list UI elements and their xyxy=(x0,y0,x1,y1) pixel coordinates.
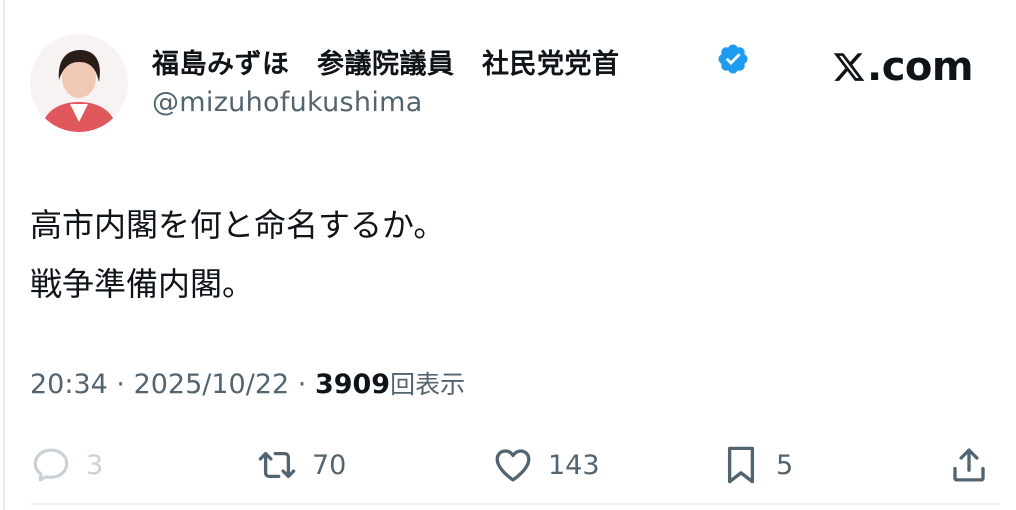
post-date[interactable]: 2025/10/22 xyxy=(134,369,290,400)
heart-icon xyxy=(495,449,531,482)
action-bar: 3 70 143 5 xyxy=(0,440,1016,490)
bottom-divider xyxy=(30,503,1000,505)
post-time[interactable]: 20:34 xyxy=(30,369,108,400)
meta-separator: · xyxy=(107,369,134,400)
reply-icon xyxy=(33,448,69,482)
like-count: 143 xyxy=(548,449,600,481)
post-text: 高市内閣を何と命名するか。 戦争準備内閣。 xyxy=(30,196,445,314)
author-handle[interactable]: @mizuhofukushima xyxy=(152,87,423,118)
repost-count: 70 xyxy=(312,449,347,481)
view-count: 3909 xyxy=(314,369,391,400)
like-button[interactable]: 143 xyxy=(492,440,600,490)
brand-label: .com xyxy=(867,44,974,90)
bookmark-icon xyxy=(727,446,755,484)
post-line-2: 戦争準備内閣。 xyxy=(30,265,255,303)
repost-button[interactable]: 70 xyxy=(256,440,346,490)
view-count-label: 回表示 xyxy=(390,370,466,399)
avatar[interactable] xyxy=(30,34,128,132)
share-icon xyxy=(953,448,985,482)
bookmark-button[interactable]: 5 xyxy=(720,440,793,490)
left-border xyxy=(3,0,5,510)
post-line-1: 高市内閣を何と命名するか。 xyxy=(30,206,446,244)
brand-watermark: .com xyxy=(832,44,974,90)
post-meta: 20:34 · 2025/10/22 · 3909回表示 xyxy=(30,365,465,401)
repost-icon xyxy=(258,451,296,479)
reply-count: 3 xyxy=(86,449,104,481)
share-button[interactable] xyxy=(948,440,990,490)
reply-button[interactable]: 3 xyxy=(30,440,103,490)
meta-separator: · xyxy=(289,369,315,400)
verified-badge-icon xyxy=(718,44,748,74)
x-logo-icon xyxy=(833,53,865,81)
bookmark-count: 5 xyxy=(776,449,794,481)
author-display-name[interactable]: 福島みずほ 参議院議員 社民党党首 xyxy=(152,42,620,81)
